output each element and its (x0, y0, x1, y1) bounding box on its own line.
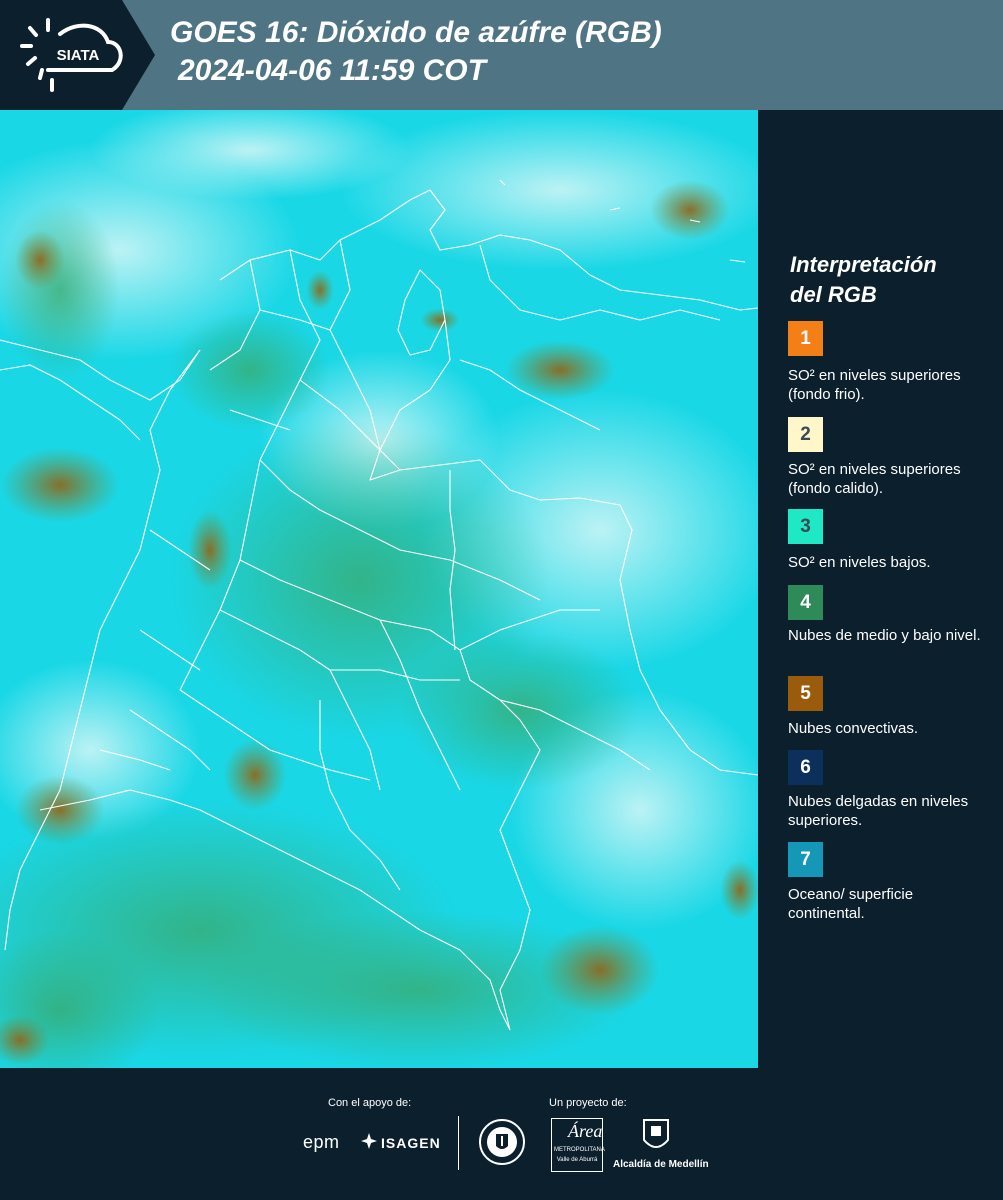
legend-swatch-7: 7 (788, 842, 823, 877)
legend-label-3: SO² en niveles bajos. (788, 554, 931, 571)
alcaldia-label: Alcaldía de Medellín (613, 1159, 709, 1170)
epm-logo: epm (303, 1132, 340, 1152)
legend-label-2: SO² en niveles superiores (fondo calido)… (788, 461, 961, 497)
area-logo-name: Área (568, 1121, 603, 1141)
legend-number: 3 (800, 515, 811, 537)
footer: Con el apoyo de: Un proyecto de: epm ISA… (0, 1068, 1003, 1200)
legend-swatch-3: 3 (788, 509, 823, 544)
isagen-logo: ISAGEN (381, 1135, 441, 1151)
legend-number: 4 (800, 591, 811, 613)
legend-number: 2 (800, 423, 811, 445)
legend-number: 1 (800, 327, 811, 349)
legend-label-1: SO² en niveles superiores (fondo frio). (788, 367, 961, 403)
area-metropolitana-logo: Área METROPOLITANA Valle de Aburrá (551, 1118, 605, 1172)
legend-number: 6 (800, 756, 811, 778)
project-label: Un proyecto de: (549, 1097, 627, 1109)
siata-logo: SIATA (0, 0, 155, 110)
legend-label-4: Nubes de medio y bajo nivel. (788, 627, 981, 644)
page-title: GOES 16: Dióxido de azúfre (RGB) (170, 16, 662, 49)
legend-title-line2: del RGB (790, 282, 877, 307)
legend-number: 5 (800, 682, 811, 704)
legend-label-5: Nubes convectivas. (788, 720, 919, 737)
area-logo-sub1: METROPOLITANA (554, 1147, 605, 1153)
legend-swatch-5: 5 (788, 676, 823, 711)
legend-swatch-6: 6 (788, 750, 823, 785)
logo-text: SIATA (57, 47, 100, 64)
legend-swatch-1: 1 (788, 321, 823, 356)
legend-swatch-2: 2 (788, 417, 823, 452)
header-bar: SIATA GOES 16: Dióxido de azúfre (RGB) 2… (0, 0, 1003, 110)
legend-label-6: Nubes delgadas en niveles superiores. (788, 793, 969, 829)
legend-swatch-4: 4 (788, 585, 823, 620)
legend-title: Interpretación del RGB (790, 250, 990, 310)
legend-number: 7 (800, 848, 811, 870)
legend-title-line1: Interpretación (790, 252, 937, 277)
legend-label-7: Oceano/ superficie continental. (788, 886, 914, 922)
medellin-seal-icon (478, 1118, 526, 1166)
support-label: Con el apoyo de: (328, 1097, 412, 1109)
alcaldia-shield-icon (642, 1118, 670, 1154)
rgb-legend: Interpretación del RGB 1 SO² en niveles … (760, 110, 1003, 1068)
area-logo-sub2: Valle de Aburrá (556, 1157, 598, 1163)
isagen-icon (360, 1132, 378, 1150)
page-timestamp: 2024-04-06 11:59 COT (178, 54, 486, 87)
footer-divider (458, 1116, 459, 1170)
satellite-map[interactable] (0, 110, 758, 1068)
